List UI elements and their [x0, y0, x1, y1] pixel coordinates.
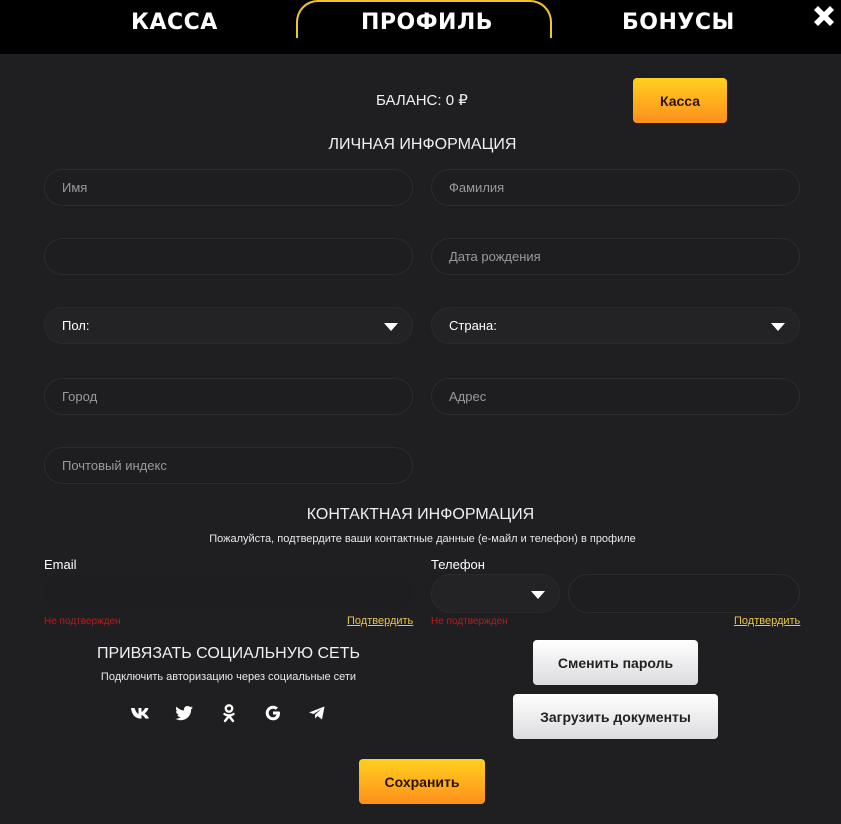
close-icon[interactable]	[810, 2, 838, 30]
contact-info-title: КОНТАКТНАЯ ИНФОРМАЦИЯ	[306, 506, 535, 523]
balance-text: БАЛАНС: 0 ₽	[376, 92, 468, 109]
address-input[interactable]: Адрес	[431, 378, 800, 415]
email-confirm-link[interactable]: Подтвердить	[347, 615, 413, 627]
phone-code-select[interactable]	[431, 574, 560, 613]
personal-info-title: ЛИЧНАЯ ИНФОРМАЦИЯ	[328, 136, 517, 153]
tab-bonuses[interactable]: БОНУСЫ	[622, 10, 735, 35]
phone-label: Телефон	[431, 557, 485, 572]
cashier-button[interactable]: Касса	[633, 78, 727, 123]
middle-name-input[interactable]	[44, 238, 413, 275]
phone-input[interactable]	[568, 574, 800, 613]
email-status: Не подтвержден	[44, 616, 121, 627]
contact-info-subtitle: Пожалуйста, подтвердите ваши контактные …	[209, 533, 636, 545]
birth-date-input[interactable]: Дата рождения	[431, 238, 800, 275]
chevron-down-icon	[531, 591, 545, 599]
country-select[interactable]: Страна:	[431, 307, 800, 344]
odnoklassniki-icon[interactable]	[219, 703, 239, 723]
upload-documents-button[interactable]: Загрузить документы	[513, 694, 718, 739]
first-name-input[interactable]: Имя	[44, 169, 413, 206]
save-button[interactable]: Сохранить	[359, 759, 485, 804]
tab-cashier[interactable]: КАССА	[131, 10, 218, 35]
social-link-title: ПРИВЯЗАТЬ СОЦИАЛЬНУЮ СЕТЬ	[96, 645, 360, 662]
top-tab-bar: КАССА ПРОФИЛЬ БОНУСЫ	[0, 0, 841, 54]
twitter-icon[interactable]	[174, 703, 194, 723]
chevron-down-icon	[771, 323, 785, 331]
address-placeholder: Адрес	[449, 389, 487, 404]
city-placeholder: Город	[62, 389, 98, 404]
country-select-value: Страна:	[449, 318, 497, 333]
city-input[interactable]: Город	[44, 378, 413, 415]
postal-code-placeholder: Почтовый индекс	[62, 458, 167, 473]
email-label: Email	[44, 557, 77, 572]
email-input[interactable]	[44, 574, 413, 611]
social-link-subtitle: Подключить авторизацию через социальные …	[100, 671, 357, 683]
google-icon[interactable]	[263, 703, 283, 723]
phone-confirm-link[interactable]: Подтвердить	[734, 615, 800, 627]
postal-code-input[interactable]: Почтовый индекс	[44, 447, 413, 484]
vk-icon[interactable]	[130, 703, 150, 723]
chevron-down-icon	[384, 323, 398, 331]
first-name-placeholder: Имя	[62, 180, 88, 195]
gender-select-value: Пол:	[62, 318, 90, 333]
tab-profile[interactable]: ПРОФИЛЬ	[361, 10, 493, 35]
last-name-placeholder: Фамилия	[449, 180, 505, 195]
change-password-button[interactable]: Сменить пароль	[533, 640, 698, 685]
birth-date-placeholder: Дата рождения	[449, 249, 541, 264]
last-name-input[interactable]: Фамилия	[431, 169, 800, 206]
phone-status: Не подтвержден	[431, 616, 508, 627]
telegram-icon[interactable]	[307, 703, 327, 723]
gender-select[interactable]: Пол:	[44, 307, 413, 344]
